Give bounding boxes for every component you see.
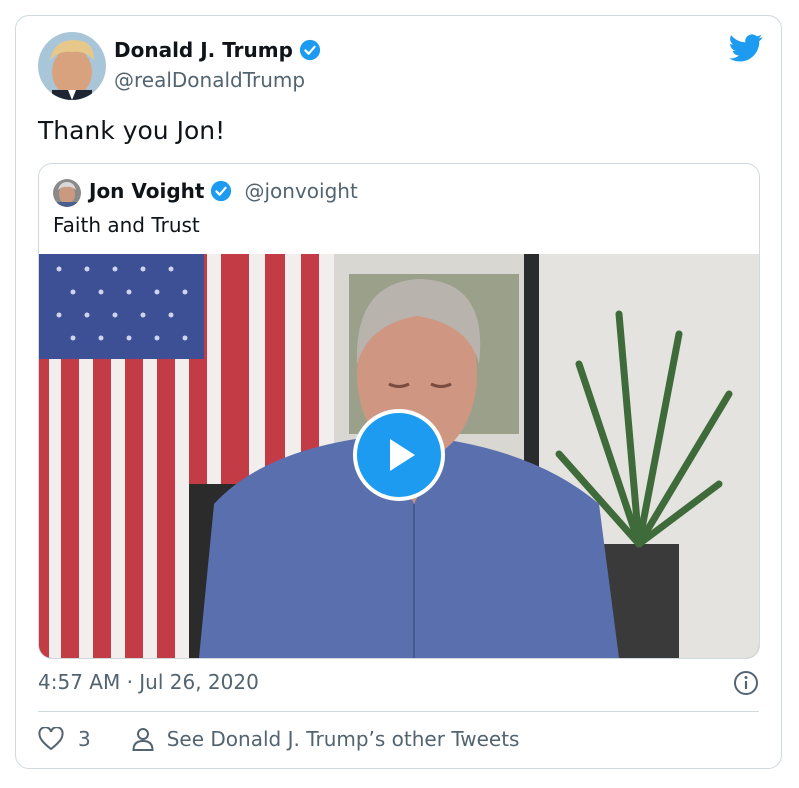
quoted-tweet[interactable]: Jon Voight @jonvoight Faith and Trust [38, 163, 760, 659]
quoted-handle: @jonvoight [244, 179, 358, 203]
info-icon[interactable] [733, 670, 759, 696]
heart-icon [38, 727, 64, 751]
tweet-text: Thank you Jon! [38, 116, 226, 145]
other-tweets-link[interactable]: See Donald J. Trump’s other Tweets [131, 726, 520, 752]
author-handle[interactable]: @realDonaldTrump [114, 68, 305, 92]
tweet-card: Donald J. Trump @realDonaldTrump Thank y… [15, 15, 782, 769]
twitter-logo-icon[interactable] [729, 34, 763, 62]
author-name-text: Donald J. Trump [114, 38, 293, 62]
quoted-author[interactable]: Jon Voight @jonvoight [89, 179, 358, 203]
quoted-author-name: Jon Voight [89, 179, 205, 203]
like-button[interactable]: 3 [38, 727, 91, 751]
quoted-avatar[interactable] [53, 179, 81, 207]
person-icon [132, 728, 154, 751]
other-tweets-label: See Donald J. Trump’s other Tweets [166, 727, 520, 751]
verified-badge-icon [299, 39, 321, 61]
video-thumbnail[interactable] [39, 254, 759, 658]
verified-badge-icon [211, 180, 232, 202]
author-avatar[interactable] [38, 32, 106, 100]
tweet-footer: 3 See Donald J. Trump’s other Tweets [38, 726, 519, 752]
like-count: 3 [78, 727, 91, 751]
play-button[interactable] [353, 409, 445, 501]
play-icon [390, 439, 415, 471]
tweet-timestamp[interactable]: 4:57 AM · Jul 26, 2020 [38, 670, 259, 694]
divider [38, 711, 759, 712]
author-name[interactable]: Donald J. Trump [114, 38, 321, 62]
quoted-text: Faith and Trust [53, 213, 200, 237]
